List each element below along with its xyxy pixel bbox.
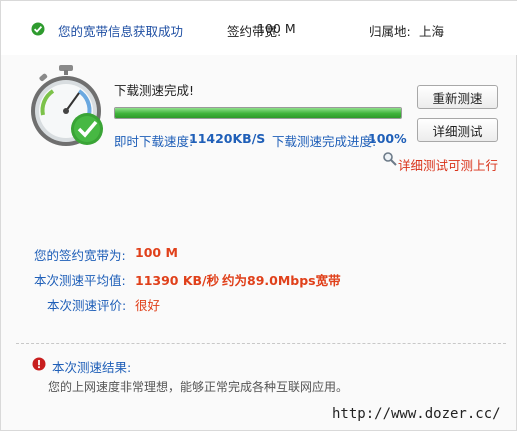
location-label: 归属地: <box>369 24 411 39</box>
detail-upload-link[interactable]: 详细测试可测上行 <box>398 155 498 174</box>
speedometer-icon <box>31 65 103 146</box>
download-progress-bar <box>114 107 402 119</box>
average-speed-label: 本次测速平均值: <box>34 273 126 288</box>
contract-bandwidth-label: 您的签约宽带为: <box>34 248 126 263</box>
download-title: 下载测速完成! <box>114 83 195 98</box>
watermark-url: http://www.dozer.cc/ <box>332 406 501 422</box>
average-speed-value: 11390 KB/秒 <box>135 273 220 288</box>
speed-value: 11420KB/S <box>189 131 266 146</box>
result-description: 您的上网速度非常理想，能够正常完成各种互联网应用。 <box>48 380 349 394</box>
bandwidth-value: 100 M <box>257 21 296 36</box>
result-title: 本次测速结果: <box>52 360 132 375</box>
status-text: 您的宽带信息获取成功 <box>58 24 184 39</box>
magnifier-tool-icon <box>383 152 397 166</box>
retest-button[interactable]: 重新测速 <box>417 85 498 109</box>
info-bar: 您的宽带信息获取成功 签约带宽: 100 M 归属地: 上海 <box>1 1 517 55</box>
speed-label: 即时下载速度: <box>114 134 194 149</box>
download-progress-fill <box>115 108 401 118</box>
average-speed-mbps: 约为89.0Mbps宽带 <box>222 273 341 288</box>
alert-icon <box>32 357 46 371</box>
rating-value: 很好 <box>135 298 161 313</box>
rating-label: 本次测速评价: <box>47 298 127 313</box>
contract-bandwidth-value: 100 M <box>135 245 178 260</box>
progress-value: 100% <box>368 131 407 146</box>
section-divider <box>16 343 506 344</box>
progress-label: 下载测速完成进度: <box>272 134 377 149</box>
detail-test-button[interactable]: 详细测试 <box>417 118 498 142</box>
location-value: 上海 <box>419 24 445 39</box>
check-circle-icon <box>31 22 45 36</box>
speed-test-window: 您的宽带信息获取成功 签约带宽: 100 M 归属地: 上海 下载测速完成! 即… <box>0 0 517 431</box>
